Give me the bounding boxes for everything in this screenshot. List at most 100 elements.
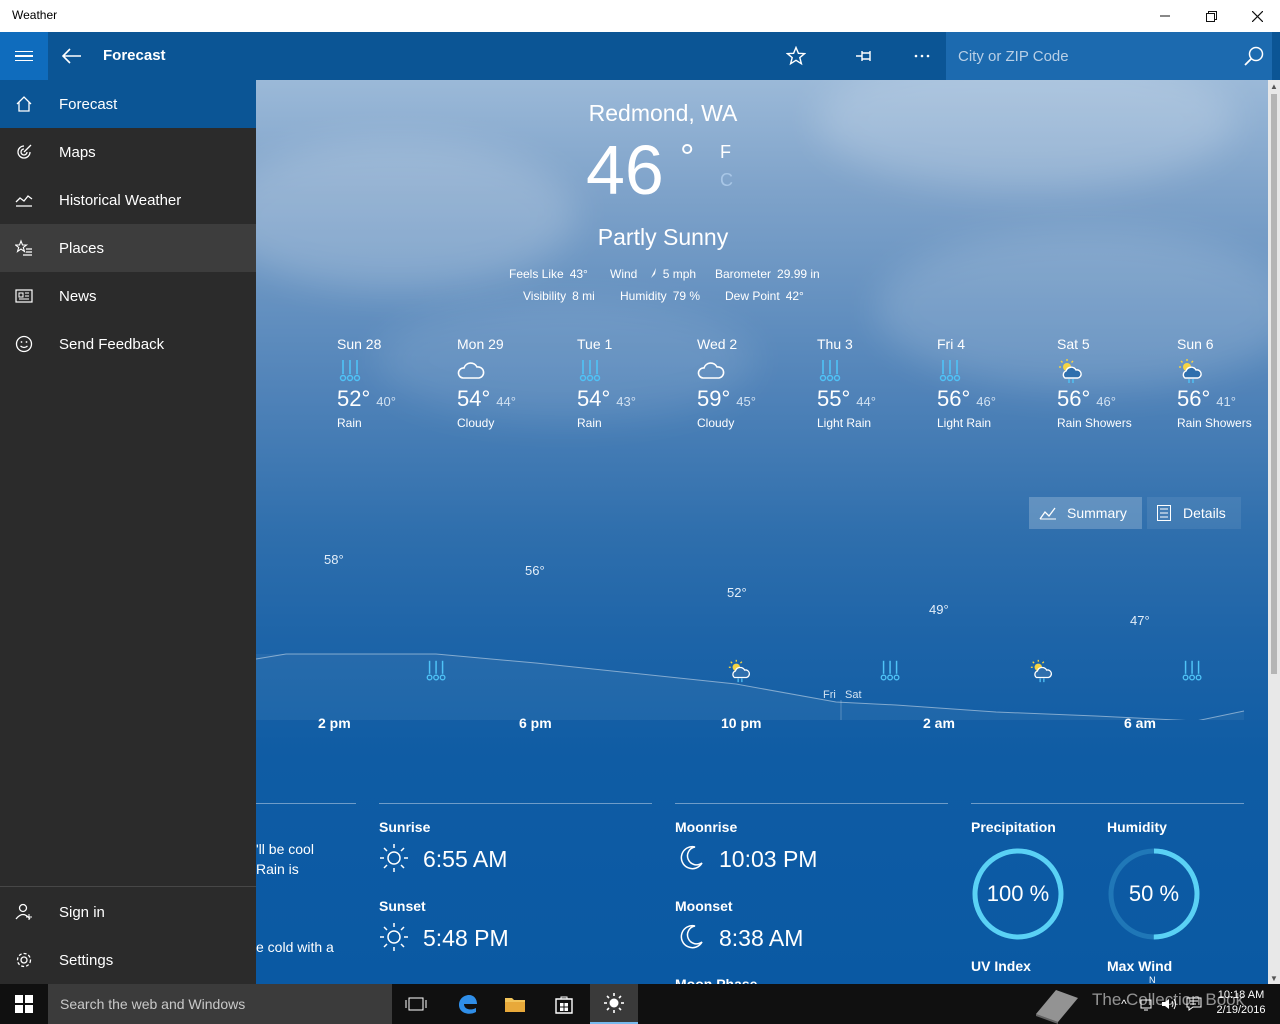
precipitation-value: 100 % <box>986 881 1050 906</box>
daily-forecast-item[interactable]: Wed 2 59° 45° Cloudy <box>697 336 807 430</box>
clock-time: 10:18 AM <box>1217 989 1265 1001</box>
volume-button[interactable] <box>1158 984 1182 1024</box>
details-list-icon <box>1157 505 1171 521</box>
windows-logo-icon <box>15 995 33 1013</box>
humidity-stat: Humidity 79 % <box>620 289 701 303</box>
restore-icon <box>1205 10 1217 22</box>
hour-label: 6 pm <box>519 715 552 731</box>
back-button[interactable] <box>56 32 88 80</box>
task-view-button[interactable] <box>392 984 440 1024</box>
cloud-icon <box>697 362 725 379</box>
action-center-button[interactable] <box>1182 984 1206 1024</box>
nav-item-send-feedback[interactable]: Send Feedback <box>0 320 256 368</box>
favorite-button[interactable] <box>776 32 816 80</box>
search-input[interactable] <box>946 32 1236 80</box>
daily-forecast-item[interactable]: 46°Cloudy <box>256 336 326 402</box>
hamburger-menu-button[interactable] <box>0 32 48 80</box>
taskbar-search-box[interactable]: Search the web and Windows <box>48 984 392 1024</box>
system-clock[interactable]: 10:18 AM 2/19/2016 <box>1210 988 1272 1018</box>
scroll-down-arrow-icon[interactable]: ▼ <box>1268 972 1280 984</box>
minimize-button[interactable] <box>1142 0 1188 32</box>
daily-forecast-item[interactable]: Fri 4 56° 46° Light Rain <box>937 336 1047 430</box>
day-low: 46° <box>976 394 996 409</box>
close-icon <box>1251 10 1263 22</box>
vertical-scrollbar[interactable]: ▲ ▼ <box>1268 80 1280 984</box>
chevron-up-icon: ^ <box>1121 997 1127 1011</box>
file-explorer-button[interactable] <box>491 984 539 1024</box>
network-icon <box>1140 999 1152 1011</box>
rain-icon <box>426 660 446 681</box>
hourly-precip-marker <box>424 658 450 689</box>
nav-item-settings[interactable]: Settings <box>0 936 256 984</box>
hourly-precip-marker <box>878 658 904 689</box>
hour-temperature: 47° <box>1130 613 1150 628</box>
rain-icon <box>939 360 961 382</box>
unit-celsius-toggle[interactable]: C <box>720 170 733 191</box>
day-low: 40° <box>376 394 396 409</box>
search-box <box>946 32 1272 80</box>
sunset-time: 5:48 PM <box>423 925 509 951</box>
daily-forecast-item[interactable]: Thu 3 55° 44° Light Rain <box>817 336 927 430</box>
scrollbar-thumb[interactable] <box>1271 94 1277 674</box>
cloud-icon <box>457 362 485 379</box>
barometer-stat: Barometer 29.99 in <box>715 267 820 281</box>
more-options-button[interactable] <box>902 32 942 80</box>
sun-icon <box>380 844 408 872</box>
chart-icon <box>0 176 48 224</box>
notification-icon <box>1186 997 1202 1011</box>
day-name: Sun 6 <box>1177 336 1214 352</box>
store-button[interactable] <box>540 984 588 1024</box>
daily-forecast-item[interactable]: Sat 5 56° 46° Rain Showers <box>1057 336 1167 430</box>
day-condition: Light Rain <box>937 416 992 430</box>
taskbar: Search the web and Windows The Collectio… <box>0 984 1280 1024</box>
hour-temperature: 58° <box>324 552 344 567</box>
details-toggle-button[interactable]: Details <box>1147 497 1241 529</box>
search-button[interactable] <box>1236 32 1272 80</box>
daily-forecast-item[interactable]: Sun 28 52° 40° Rain <box>337 336 447 430</box>
forecast-content: Redmond, WA 46 ° F C Partly Sunny Feels … <box>256 80 1268 984</box>
day-condition: Cloudy <box>697 416 735 430</box>
nav-item-sign-in[interactable]: Sign in <box>0 888 256 936</box>
smiley-icon <box>0 320 48 368</box>
day-name: Mon 29 <box>457 336 504 352</box>
search-icon <box>1244 46 1264 66</box>
nav-item-places[interactable]: Places <box>0 224 256 272</box>
task-view-icon <box>405 997 427 1011</box>
close-button[interactable] <box>1234 0 1280 32</box>
section-divider <box>675 803 948 804</box>
daily-forecast-item[interactable]: Sun 6 56° 41° Rain Showers <box>1177 336 1268 430</box>
hour-label: 2 am <box>923 715 955 731</box>
daily-forecast-item[interactable]: Tue 1 54° 43° Rain <box>577 336 687 430</box>
day-high: 59° <box>697 386 731 411</box>
restore-button[interactable] <box>1188 0 1234 32</box>
scroll-up-arrow-icon[interactable]: ▲ <box>1268 80 1280 92</box>
network-button[interactable] <box>1136 984 1160 1024</box>
unit-fahrenheit-toggle[interactable]: F <box>720 142 731 163</box>
pin-button[interactable] <box>845 32 885 80</box>
day-label-right: Sat <box>845 689 862 701</box>
summary-toggle-button[interactable]: Summary <box>1029 497 1142 529</box>
uv-index-label: UV Index <box>971 958 1031 974</box>
nav-item-maps[interactable]: Maps <box>0 128 256 176</box>
day-icon <box>1177 358 1268 383</box>
current-condition: Partly Sunny <box>597 224 729 250</box>
day-icon <box>337 358 447 382</box>
moonset-label: Moonset <box>675 898 733 914</box>
start-button[interactable] <box>0 984 48 1024</box>
nav-item-historical-weather[interactable]: Historical Weather <box>0 176 256 224</box>
degree-symbol: ° <box>680 136 695 177</box>
sun-rain-icon <box>1030 659 1053 683</box>
nav-item-forecast[interactable]: Forecast <box>0 80 256 128</box>
page-title: Forecast <box>103 47 166 64</box>
rain-icon <box>880 660 900 681</box>
summary-text-line: Rain is <box>256 861 299 877</box>
weather-app-button[interactable] <box>590 984 638 1024</box>
minimize-icon <box>1160 15 1170 17</box>
day-high: 55° <box>817 386 851 411</box>
daily-forecast-item[interactable]: Mon 29 54° 44° Cloudy <box>457 336 567 430</box>
navigation-pane: Forecast Maps Historical Weather Places News… <box>0 80 256 984</box>
show-hidden-icons-button[interactable]: ^ <box>1112 984 1136 1024</box>
edge-browser-button[interactable] <box>443 984 491 1024</box>
pin-icon <box>856 51 871 61</box>
nav-item-news[interactable]: News <box>0 272 256 320</box>
